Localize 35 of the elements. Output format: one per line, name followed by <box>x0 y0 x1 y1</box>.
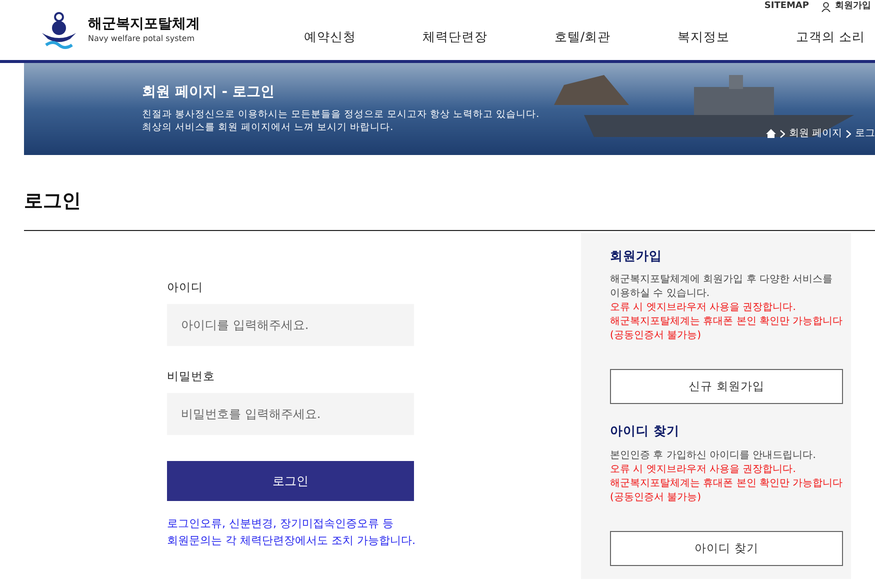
warning-text: 오류 시 엣지브라우저 사용을 권장합니다. <box>610 463 797 477</box>
nav-menu-item[interactable]: 체력단련장 <box>422 28 488 46</box>
logo-subtitle: Navy welfare potal system <box>88 34 196 44</box>
section-button[interactable]: 신규 회원가입 <box>610 369 843 404</box>
breadcrumb-link[interactable]: 로그 <box>855 126 875 141</box>
sitemap-link[interactable]: SITEMAP <box>764 0 809 14</box>
nav-menu-item[interactable]: 호텔/회관 <box>554 28 611 46</box>
user-icon <box>821 2 831 12</box>
section-title: 아이디 찾기 <box>610 422 680 440</box>
nav-menu-item[interactable]: 복지정보 <box>677 28 730 46</box>
login-button[interactable]: 로그인 <box>167 461 414 501</box>
warning-text: 해군복지포탈체계는 휴대폰 본인 확인만 가능합니다(공동인증서 불가능) <box>610 315 843 344</box>
warning-text: 해군복지포탈체계는 휴대폰 본인 확인만 가능합니다(공동인증서 불가능) <box>610 477 843 505</box>
nav-menu-item[interactable]: 예약신청 <box>304 28 356 46</box>
banner-title: 회원 페이지 - 로그인 <box>142 84 276 102</box>
page-title: 로그인 <box>24 189 82 214</box>
section-button[interactable]: 아이디 찾기 <box>610 531 843 566</box>
chevron-icon <box>780 130 785 138</box>
input-field[interactable]: 비밀번호를 입력해주세요. <box>167 393 414 435</box>
home-icon[interactable] <box>766 129 776 138</box>
section-description: 해군복지포탈체계에 회원가입 후 다양한 서비스를 이용하실 수 있습니다. <box>610 273 834 302</box>
banner-text: 친절과 봉사정신으로 이용하시는 모든분들을 정성으로 모시고자 항상 노력하고 있습니다. <box>142 108 540 121</box>
field-label: 아이디 <box>167 278 204 296</box>
banner-text: 최상의 서비스를 회원 페이지에서 느껴 보시기 바랍니다. <box>142 120 394 134</box>
member-signup-link[interactable]: 회원가입 <box>821 0 871 14</box>
section-description: 본인인증 후 가입하신 아이디를 안내드립니다. <box>610 449 817 463</box>
warning-text: 오류 시 엣지브라우저 사용을 권장합니다. <box>610 301 797 316</box>
login-help-notice: 로그인오류, 신분변경, 장기미접속인증오류 등 회원문의는 각 체력단련장에서도 조치 가능합니다. <box>167 516 416 549</box>
section-title: 회원가입 <box>610 246 663 264</box>
logo-title: 해군복지포탈체계 <box>88 16 200 34</box>
field-label: 비밀번호 <box>167 368 216 385</box>
input-field[interactable]: 아이디를 입력해주세요. <box>167 304 414 346</box>
chevron-icon <box>846 130 851 138</box>
nav-menu-item[interactable]: 고객의 소리 <box>796 28 865 46</box>
breadcrumb-link[interactable]: 회원 페이지 <box>788 126 842 141</box>
